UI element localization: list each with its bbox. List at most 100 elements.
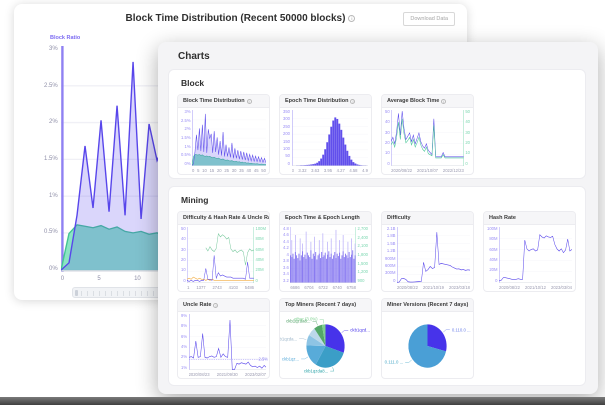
x-tick: 1377 [196,285,205,290]
y-tick: 250 [283,125,290,129]
y-tick: 3% [49,46,58,52]
x-tick: 2743 [212,285,221,290]
pie-slice-label: ckb1qzda8... [304,369,328,374]
x-axis-labels: 2020/08/222021/10/072022/12/23 [391,166,464,173]
y-tick: 30 [181,248,186,252]
y-tick: 2% [49,119,58,125]
y-tick: 40M [256,258,264,262]
chart-title: Block Time Distribution [183,98,245,104]
y-tick: 4.6 [283,233,289,237]
y-tick: 20 [465,141,470,145]
download-data-button[interactable]: Download Data [403,12,455,26]
y-tick: 2,400 [358,236,368,240]
y-tick: 3.6 [283,266,289,270]
chart-card-hash-rate[interactable]: Hash Rate 100M80M60M40M20M02020/08/22202… [483,211,576,292]
chart-card-difficulty[interactable]: Difficulty 2.1B1.8B1.5B1.2B900M600M300M0… [381,211,474,292]
y-tick: 0 [183,279,185,283]
x-tick: 5 [197,168,199,173]
y-tick: 100M [487,227,497,231]
pie-slice-label: other (3.0%) [294,317,318,322]
y-tick: 900M [385,257,395,261]
y-tick: 10 [385,151,390,155]
y-axis-labels: 3%2.5%2%1.5%1%0.5%0% [44,46,61,272]
chart-card-epoch-time-distribution[interactable]: Epoch Time Distribution i 35030025020015… [279,94,372,175]
x-tick: 6704 [304,285,313,290]
chart-card-top-miners[interactable]: Top Miners (Recent 7 days) ckb1qzd...ckb… [279,298,372,379]
window-title: Block Time Distribution (Recent 50000 bl… [14,13,467,24]
x-tick: 4103 [229,285,238,290]
difficulty-hashrate-unclerate-mini-chart: 50403020100100M80M60M40M20M0113772743410… [178,225,269,291]
y-axis-labels: 2.1B1.8B1.5B1.2B900M600M300M0 [385,227,397,283]
x-tick: 2022/12/23 [443,168,464,173]
y-tick: 50 [285,154,290,158]
info-icon[interactable]: i [350,99,355,104]
y-tick: 600M [385,264,395,268]
y-tick: 3.4 [283,272,289,276]
x-tick: 10 [134,276,141,282]
chart-card-title: Miner Versions (Recent 7 days) [382,299,473,312]
y-axis-labels: 4.84.64.44.243.83.63.43.2 [283,227,290,283]
block-time-distribution-mini-chart: 3%2.5%2%1.5%1%0.5%0%05101520253035404550 [178,108,269,174]
plot-area [192,110,266,166]
chart-card-title: Epoch Time Distribution i [280,95,371,108]
chart-card-average-block-time[interactable]: Average Block Time i 5040302010050403020… [381,94,474,175]
charts-page-title: Charts [158,42,598,62]
y-tick: 30 [385,131,390,135]
x-axis-labels: 66866704672267406758 [290,283,356,290]
dash-line-label: 2.5% [258,357,268,362]
y-tick: 40 [385,120,390,124]
chart-card-miner-versions[interactable]: Miner Versions (Recent 7 days) 0.110.0 .… [381,298,474,379]
y-tick: 0 [393,279,395,283]
series-label: Block Ratio [50,35,80,41]
y-tick: 0.5% [44,229,58,235]
x-tick: 30 [232,168,237,173]
y-tick: 1% [184,145,190,149]
y-tick: 1.5% [44,156,58,162]
x-axis-labels: 2020/08/232021/09/302023/02/07 [189,370,266,377]
y-tick: 1% [181,366,187,370]
block-section: Block Block Time Distribution i 3%2.5%2%… [168,69,586,179]
y-tick: 100M [256,227,266,231]
chart-card-uncle-rate[interactable]: Uncle Rate i 9%8%6%4%2%1%2.5%2020/08/232… [177,298,270,379]
info-icon[interactable]: i [441,99,446,104]
y-tick: 3.8 [283,259,289,263]
x-tick: 50 [261,168,266,173]
y-tick: 20 [181,258,186,262]
x-tick: 3.32 [298,168,306,173]
x-tick: 6740 [333,285,342,290]
y-tick: 9% [181,314,187,318]
info-icon[interactable]: i [213,303,218,308]
y-tick: 20 [385,141,390,145]
y-tick: 0 [288,162,290,166]
top-miners-pie-chart: ckb1qzd...ckb1qzda8...ckb1qz...ckb1qzda.… [280,312,371,378]
y-tick: 30 [465,131,470,135]
y-tick: 0 [387,162,389,166]
y-tick: 900 [358,279,365,283]
difficulty-mini-chart: 2.1B1.8B1.5B1.2B900M600M300M02020/08/222… [382,225,473,291]
x-tick: 15 [210,168,215,173]
average-block-time-mini-chart: 50403020100504030201002020/08/222021/10/… [382,108,473,174]
y-tick: 2% [184,127,190,131]
y-tick: 2,100 [358,244,368,248]
info-icon[interactable]: i [247,99,252,104]
y-tick: 4.4 [283,240,289,244]
pie-slice-label: 0.110.0 ... [452,327,471,332]
y-tick: 1,200 [358,270,368,274]
x-tick: 10 [202,168,207,173]
y-tick: 150 [283,140,290,144]
chart-card-difficulty-hashrate-unclerate[interactable]: Difficulty & Hash Rate & Uncle Rate 5040… [177,211,270,292]
x-tick: 2020/08/23 [189,372,210,377]
y-axis-labels: 100M80M60M40M20M0 [487,227,499,283]
chart-title: Average Block Time [387,98,439,104]
x-tick: 2020/08/22 [391,168,412,173]
chart-card-block-time-distribution[interactable]: Block Time Distribution i 3%2.5%2%1.5%1%… [177,94,270,175]
chart-card-epoch-time-epoch-length[interactable]: Epoch Time & Epoch Length 4.84.64.44.243… [279,211,372,292]
x-tick: 5 [97,276,100,282]
info-icon[interactable]: i [348,15,355,22]
x-tick: 0 [61,276,64,282]
y-tick: 1.8B [387,234,396,238]
x-axis-labels: 2020/08/222021/10/122023/03/04 [499,283,572,290]
y-tick: 80M [489,237,497,241]
plot-area [391,110,464,166]
pie-slice-label: ckb1qz... [282,356,299,361]
